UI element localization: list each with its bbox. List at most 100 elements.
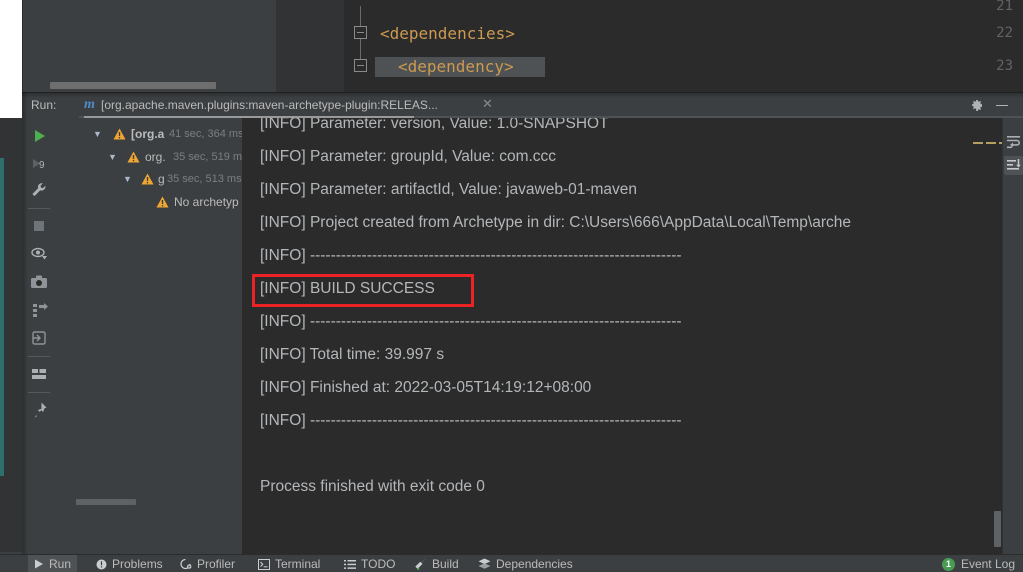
code-text: <dependency> [398, 57, 514, 76]
chevron-down-icon[interactable]: ▼ [93, 129, 102, 139]
event-log-button[interactable]: 1 Event Log [941, 555, 1015, 572]
tree-row-label: [org.a [131, 127, 165, 141]
tool-button-run[interactable]: Run [28, 555, 78, 572]
close-icon[interactable]: ✕ [481, 97, 494, 110]
tool-button-label: TODO [361, 557, 396, 571]
code-text: <dependencies> [380, 24, 515, 43]
tool-button-todo[interactable]: TODO [338, 555, 401, 572]
fold-guide-line [360, 39, 361, 59]
hammer-icon [415, 558, 426, 570]
warning-icon [113, 128, 126, 140]
toolbar-separator [28, 356, 50, 357]
import-icon[interactable] [29, 328, 49, 348]
profiler-icon [180, 558, 192, 570]
editor-gutter [276, 0, 344, 92]
run-label: Run: [31, 98, 57, 112]
rerun-button[interactable] [29, 126, 49, 146]
rail-accent-strip [0, 158, 4, 476]
console-vscrollbar-track[interactable] [993, 118, 1002, 555]
console-line: [INFO] Finished at: 2022-03-05T14:19:12+… [260, 379, 592, 396]
layout-icon[interactable] [29, 364, 49, 384]
tree-hscrollbar[interactable] [76, 499, 136, 505]
tool-button-profiler[interactable]: Profiler [174, 555, 241, 572]
run-console-output[interactable]: [INFO] Parameter: version, Value: 1.0-SN… [242, 118, 1002, 555]
console-line: [INFO] Project created from Archetype in… [260, 214, 851, 231]
soft-wrap-icon[interactable] [1004, 132, 1023, 151]
run-tool-window: Run: m [org.apache.maven.plugins:maven-a… [22, 92, 1023, 555]
rail-top-blank [0, 0, 22, 118]
tree-row[interactable]: ▼ g 35 sec, 513 ms [57, 170, 242, 189]
toolbar-separator [28, 208, 50, 209]
fold-guide-line [360, 6, 361, 26]
tree-row[interactable]: ▼ org. 35 sec, 519 ms [57, 148, 242, 167]
console-line: [INFO] Parameter: version, Value: 1.0-SN… [260, 118, 609, 132]
pin-icon[interactable] [29, 400, 49, 420]
run-window-header: Run: m [org.apache.maven.plugins:maven-a… [22, 93, 1023, 118]
camera-icon[interactable] [29, 272, 49, 292]
console-line: [INFO] ---------------------------------… [260, 247, 682, 264]
tree-row-duration: 35 sec, 519 ms [173, 151, 242, 163]
left-activity-rail: Favorites ★ [0, 0, 22, 572]
fold-toggle-icon[interactable] [354, 59, 367, 72]
auto-test-icon[interactable] [29, 300, 49, 320]
console-line: [INFO] Total time: 39.997 s [260, 346, 445, 363]
event-log-count-badge: 1 [941, 557, 955, 571]
chevron-down-icon[interactable]: ▼ [108, 152, 117, 162]
play-icon [35, 559, 43, 569]
tree-row-label: g [158, 172, 165, 186]
editor-backdrop: 21 22 23 <dependencies> <dependency> [0, 0, 1023, 92]
warning-icon [127, 151, 140, 163]
warning-icon [141, 173, 154, 185]
console-vscrollbar-thumb[interactable] [994, 511, 1001, 547]
warning-icon [156, 196, 169, 208]
tool-button-terminal[interactable]: Terminal [252, 555, 326, 572]
tool-button-label: Problems [112, 557, 163, 571]
run-toolbar: 9 [22, 118, 58, 555]
stop-button[interactable] [29, 216, 49, 236]
project-pane-top [22, 0, 277, 92]
tool-button-problems[interactable]: Problems [90, 555, 169, 572]
project-pane-hscrollbar[interactable] [50, 82, 216, 89]
terminal-icon [258, 558, 270, 570]
chevron-down-icon[interactable]: ▼ [123, 174, 132, 184]
todo-list-icon [344, 559, 356, 569]
tool-button-dependencies[interactable]: Dependencies [472, 555, 579, 572]
status-bar: Run Problems Profiler Terminal TODO Buil… [0, 554, 1023, 572]
tree-row-label: org. [145, 150, 166, 164]
layers-icon [478, 558, 491, 569]
code-editor[interactable]: 21 22 23 <dependencies> <dependency> [276, 0, 1023, 92]
test-tree-panel[interactable]: ▼ [org.a 41 sec, 364 ms ▼ org. 35 sec, 5… [57, 118, 242, 555]
eye-icon[interactable] [29, 244, 49, 264]
gear-icon[interactable] [968, 97, 984, 113]
tree-row-duration: 41 sec, 364 ms [169, 128, 242, 140]
console-line: [INFO] ---------------------------------… [260, 412, 682, 429]
tool-button-label: Terminal [275, 557, 321, 571]
tree-row[interactable]: No archetyp [57, 193, 242, 212]
tool-button-build[interactable]: Build [408, 555, 465, 572]
minimize-icon[interactable] [994, 97, 1010, 113]
console-line: Process finished with exit code 0 [260, 478, 485, 495]
ide-window: 21 22 23 <dependencies> <dependency> Fav… [0, 0, 1023, 572]
rerun-failed-tests-button[interactable]: 9 [29, 154, 49, 174]
toolbar-separator [28, 392, 50, 393]
maven-m-icon: m [84, 97, 95, 112]
console-line-build-success: [INFO] BUILD SUCCESS [260, 280, 435, 297]
tool-button-label: Profiler [197, 557, 236, 571]
svg-text:9: 9 [39, 160, 45, 171]
tool-button-label: Build [432, 557, 459, 571]
console-line: [INFO] ---------------------------------… [260, 313, 682, 330]
console-line: [INFO] Parameter: artifactId, Value: jav… [260, 181, 638, 198]
sidebar-item-favorites[interactable]: Favorites ★ [0, 440, 22, 552]
fold-toggle-icon[interactable] [354, 26, 367, 39]
event-log-label: Event Log [960, 557, 1015, 571]
tool-button-label: Run [49, 557, 72, 571]
line-number: 23 [996, 58, 1013, 74]
console-marker [973, 142, 983, 144]
tool-button-label: Dependencies [496, 557, 573, 571]
tree-row[interactable]: ▼ [org.a 41 sec, 364 ms [57, 125, 242, 144]
wrench-icon[interactable] [29, 180, 49, 200]
warning-circle-icon [96, 559, 107, 569]
scroll-to-end-icon[interactable] [1004, 156, 1023, 175]
console-right-toolbar [1002, 118, 1023, 555]
run-config-tab-title[interactable]: [org.apache.maven.plugins:maven-archetyp… [101, 98, 438, 112]
